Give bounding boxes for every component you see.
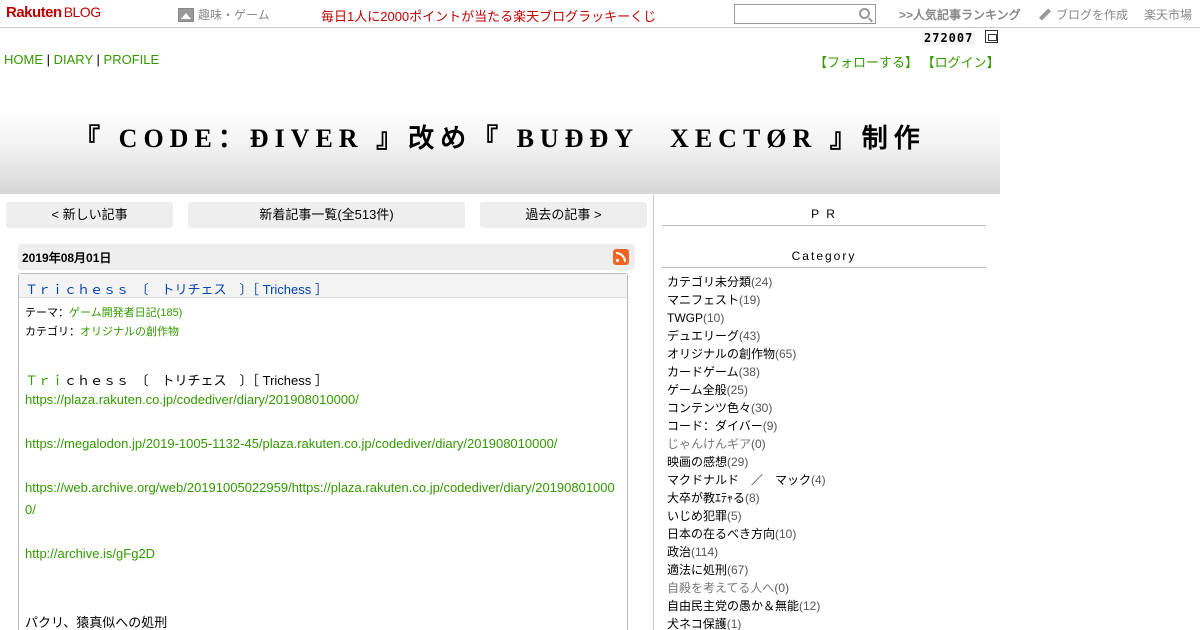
nav-home[interactable]: HOME (4, 52, 43, 67)
hobby-genre-label: 趣味・ゲーム (198, 8, 270, 22)
category-item[interactable]: マニフェスト(19) (667, 291, 987, 309)
article-link-rakuten[interactable]: https://plaza.rakuten.co.jp/codediver/di… (25, 392, 359, 407)
category-item[interactable]: カードゲーム(38) (667, 363, 987, 381)
article-link-archive-is[interactable]: http://archive.is/gFg2D (25, 546, 155, 561)
picture-icon (178, 7, 194, 22)
top-bar: Rakuten BLOG 趣味・ゲーム 毎日1人に2000ポイントが当たる楽天ブロ… (0, 0, 1200, 28)
category-item[interactable]: 映画の感想(29) (667, 453, 987, 471)
body-title: Ｔｒｉｃｈｅｓｓ 〔 トリチェス 〕［ Trichess ］ (25, 370, 328, 389)
counter-info-icon[interactable] (985, 30, 998, 43)
category-item[interactable]: オリジナルの創作物(65) (667, 345, 987, 363)
article-list-button[interactable]: 新着記事一覧(全513件) (188, 202, 465, 228)
pencil-icon (1038, 8, 1052, 22)
older-article-button[interactable]: 過去の記事 > (480, 202, 647, 228)
rakuten-blog-logo[interactable]: Rakuten BLOG (6, 4, 101, 21)
article-link-megalodon[interactable]: https://megalodon.jp/2019-1005-1132-45/p… (25, 436, 557, 451)
login-link[interactable]: 【ログイン】 (922, 55, 1000, 70)
category-item[interactable]: 自殺を考えてる人へ(0) (667, 579, 987, 597)
article-link-archive-org-cont[interactable]: 0/ (25, 502, 36, 517)
search-input[interactable] (735, 5, 853, 23)
ranking-link[interactable]: >>人気記事ランキング (899, 6, 1021, 23)
column-divider (653, 194, 654, 630)
sidebar-pr-heading: P R (662, 207, 986, 226)
category-item[interactable]: 適法に処刑(67) (667, 561, 987, 579)
category-item[interactable]: コード：ダイバー(9) (667, 417, 987, 435)
article-category: カテゴリ：オリジナルの創作物 (25, 323, 179, 339)
category-item[interactable]: 犬ネコ保護(1) (667, 615, 987, 630)
blog-title[interactable]: 『 CODE：ĐIVER 』改め『 BUĐĐY XECTØR 』制作 (0, 118, 1000, 155)
body-title-green: Ｔｒｉ (25, 373, 65, 388)
article-theme: テーマ：ゲーム開発者日記(185) (25, 304, 182, 320)
category-list: カテゴリ未分類(24) マニフェスト(19) TWGP(10) デュエリーグ(4… (667, 273, 987, 630)
category-item[interactable]: カテゴリ未分類(24) (667, 273, 987, 291)
body-title-rest: ｃｈｅｓｓ 〔 トリチェス 〕［ Trichess ］ (64, 373, 328, 388)
search-icon[interactable] (859, 8, 870, 19)
theme-label: テーマ： (25, 307, 69, 319)
nav-profile[interactable]: PROFILE (104, 52, 160, 67)
category-label: カテゴリ： (25, 326, 80, 338)
create-blog-link[interactable]: ブログを作成 (1038, 6, 1128, 23)
blog-header-banner: 『 CODE：ĐIVER 』改め『 BUĐĐY XECTØR 』制作 (0, 74, 1000, 194)
sidebar-category-heading: Category (662, 249, 986, 268)
article-box: Ｔｒｉｃｈｅｓｓ 〔 トリチェス 〕［ Trichess ］ テーマ：ゲーム開発… (18, 273, 628, 630)
article-title-bar: Ｔｒｉｃｈｅｓｓ 〔 トリチェス 〕［ Trichess ］ (19, 274, 627, 298)
nav-separator: | (96, 52, 100, 67)
category-item[interactable]: 自由民主党の愚か＆無能(12) (667, 597, 987, 615)
rss-icon[interactable] (613, 249, 629, 265)
category-item[interactable]: じゃんけんギア(0) (667, 435, 987, 453)
category-item[interactable]: デュエリーグ(43) (667, 327, 987, 345)
category-item[interactable]: 政治(114) (667, 543, 987, 561)
category-item[interactable]: マクドナルド ／ マック(4) (667, 471, 987, 489)
lucky-lottery-link[interactable]: 毎日1人に2000ポイントが当たる楽天ブログラッキーくじ (321, 6, 656, 25)
article-title[interactable]: Ｔｒｉｃｈｅｓｓ 〔 トリチェス 〕［ Trichess ］ (25, 279, 328, 298)
nav-diary[interactable]: DIARY (54, 52, 93, 67)
category-item[interactable]: ゲーム全般(25) (667, 381, 987, 399)
category-item[interactable]: いじめ犯罪(5) (667, 507, 987, 525)
category-item[interactable]: TWGP(10) (667, 309, 987, 327)
article-link-archive-org[interactable]: https://web.archive.org/web/201910050229… (25, 480, 615, 495)
date-header: 2019年08月01日 (18, 244, 635, 270)
category-link[interactable]: オリジナルの創作物 (80, 326, 179, 338)
article-text: パクリ、猿真似への処刑 (25, 615, 168, 630)
category-item[interactable]: 大卒が教ｴﾃｬる(8) (667, 489, 987, 507)
rakuten-market-link[interactable]: 楽天市場 (1144, 6, 1192, 23)
search-box (734, 4, 876, 24)
hobby-genre-link[interactable]: 趣味・ゲーム (178, 6, 270, 23)
category-item[interactable]: コンテンツ色々(30) (667, 399, 987, 417)
theme-link[interactable]: ゲーム開発者日記(185) (69, 307, 182, 319)
create-blog-label: ブログを作成 (1056, 8, 1129, 22)
blog-nav: HOME | DIARY | PROFILE (4, 52, 159, 67)
access-counter: 272007 (922, 31, 976, 45)
article-date: 2019年08月01日 (22, 251, 112, 265)
follow-link[interactable]: 【フォローする】 (814, 55, 918, 70)
follow-login-links: 【フォローする】 【ログイン】 (814, 52, 1000, 71)
nav-separator: | (46, 52, 51, 67)
category-item[interactable]: 日本の在るべき方向(10) (667, 525, 987, 543)
newer-article-button[interactable]: < 新しい記事 (6, 202, 173, 228)
